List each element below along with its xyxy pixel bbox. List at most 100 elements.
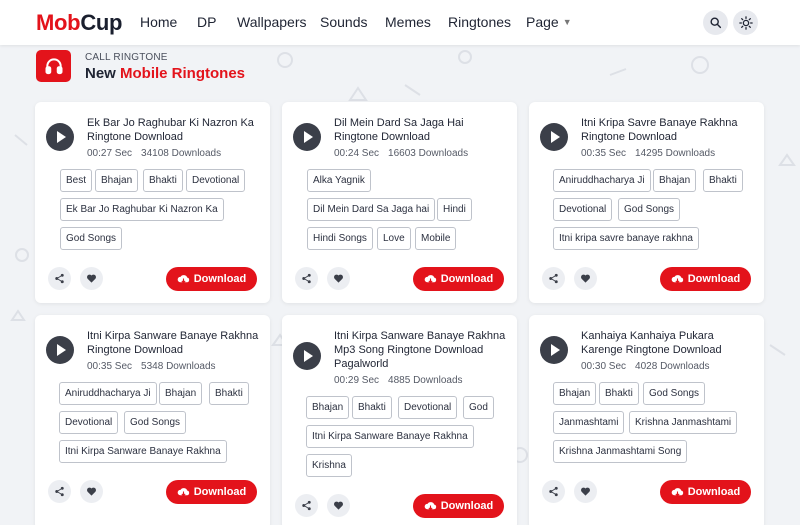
share-icon bbox=[55, 486, 64, 497]
tag-chip[interactable]: Love bbox=[377, 227, 411, 250]
tag-chip[interactable]: Krishna Janmashtami Song bbox=[553, 440, 688, 463]
tag-chip[interactable]: God Songs bbox=[643, 382, 706, 405]
tag-chip[interactable]: Devotional bbox=[553, 198, 613, 221]
share-button[interactable] bbox=[295, 494, 318, 517]
tag-chip[interactable]: Aniruddhacharya Ji bbox=[553, 169, 651, 192]
download-button[interactable]: Download bbox=[413, 494, 504, 518]
download-button[interactable]: Download bbox=[166, 480, 257, 504]
share-button[interactable] bbox=[48, 480, 71, 503]
nav-wallpapers[interactable]: Wallpapers bbox=[237, 14, 307, 30]
tag-chip[interactable]: God Songs bbox=[124, 411, 187, 434]
tag-chip[interactable]: Aniruddhacharya Ji bbox=[59, 382, 157, 405]
tag-chip[interactable]: Devotional bbox=[59, 411, 119, 434]
ringtone-title[interactable]: Ek Bar Jo Raghubar Ki Nazron Ka Ringtone… bbox=[87, 116, 259, 144]
like-button[interactable] bbox=[327, 267, 350, 290]
tag-chip[interactable]: Devotional bbox=[186, 169, 246, 192]
tag-chip[interactable]: Bhakti bbox=[209, 382, 249, 405]
share-button[interactable] bbox=[542, 267, 565, 290]
nav-sounds[interactable]: Sounds bbox=[320, 14, 367, 30]
tag-chip[interactable]: Bhakti bbox=[143, 169, 183, 192]
ringtone-duration: 00:30 Sec bbox=[581, 361, 627, 372]
play-button[interactable] bbox=[293, 123, 321, 151]
tag-chip[interactable]: Alka Yagnik bbox=[307, 169, 371, 192]
tag-chip[interactable]: Dil Mein Dard Sa Jaga hai bbox=[307, 198, 436, 221]
nav-home[interactable]: Home bbox=[140, 14, 177, 30]
nav-dp[interactable]: DP bbox=[197, 14, 216, 30]
tag-chip[interactable]: Best bbox=[60, 169, 93, 192]
like-button[interactable] bbox=[80, 480, 103, 503]
cloud-download-icon bbox=[671, 488, 683, 497]
like-button[interactable] bbox=[327, 494, 350, 517]
download-button[interactable]: Download bbox=[166, 267, 257, 291]
heart-icon bbox=[334, 501, 343, 510]
download-label: Download bbox=[440, 273, 494, 285]
tag-chip[interactable]: Itni Kirpa Sanware Banaye Rakhna bbox=[306, 425, 474, 448]
download-label: Download bbox=[193, 273, 247, 285]
nav-page-label: Page bbox=[526, 14, 559, 30]
share-icon bbox=[55, 273, 64, 284]
ringtone-title[interactable]: Dil Mein Dard Sa Jaga Hai Ringtone Downl… bbox=[334, 116, 506, 144]
like-button[interactable] bbox=[574, 267, 597, 290]
cloud-download-icon bbox=[671, 275, 683, 284]
tag-chip[interactable]: Bhakti bbox=[352, 396, 392, 419]
ringtone-title[interactable]: Itni Kirpa Sanware Banaye Rakhna Rington… bbox=[87, 329, 259, 357]
tag-chip[interactable]: Bhajan bbox=[159, 382, 203, 405]
tag-chip[interactable]: Mobile bbox=[415, 227, 457, 250]
tag-chip[interactable]: God bbox=[463, 396, 494, 419]
download-button[interactable]: Download bbox=[660, 267, 751, 291]
share-button[interactable] bbox=[542, 480, 565, 503]
tag-chip[interactable]: Itni Kirpa Sanware Banaye Rakhna bbox=[59, 440, 227, 463]
heart-icon bbox=[87, 274, 96, 283]
tag-chip[interactable]: Ek Bar Jo Raghubar Ki Nazron Ka bbox=[60, 198, 224, 221]
like-button[interactable] bbox=[574, 480, 597, 503]
tag-chip[interactable]: Bhajan bbox=[553, 382, 597, 405]
download-label: Download bbox=[687, 273, 741, 285]
tag-chip[interactable]: Krishna Janmashtami bbox=[629, 411, 738, 434]
tag-chip[interactable]: Bhakti bbox=[599, 382, 639, 405]
ringtone-card: Kanhaiya Kanhaiya Pukara Karenge Rington… bbox=[529, 315, 764, 525]
tag-chip[interactable]: Hindi Songs bbox=[307, 227, 373, 250]
download-label: Download bbox=[193, 486, 247, 498]
ringtone-downloads: 16603 Downloads bbox=[388, 148, 469, 159]
search-button[interactable] bbox=[703, 10, 728, 35]
nav-page-dropdown[interactable]: Page ▼ bbox=[526, 14, 572, 30]
play-button[interactable] bbox=[293, 342, 321, 370]
section-title-plain: New bbox=[85, 65, 121, 82]
tag-chip[interactable]: God Songs bbox=[60, 227, 123, 250]
tag-chip[interactable]: Bhajan bbox=[306, 396, 350, 419]
top-navbar: MobCup Home DP Wallpapers Sounds Memes R… bbox=[0, 0, 800, 45]
share-button[interactable] bbox=[48, 267, 71, 290]
like-button[interactable] bbox=[80, 267, 103, 290]
tag-chip[interactable]: Bhajan bbox=[95, 169, 139, 192]
ringtone-downloads: 4885 Downloads bbox=[388, 375, 463, 386]
tag-chip[interactable]: Bhakti bbox=[703, 169, 743, 192]
tag-chip[interactable]: Bhajan bbox=[653, 169, 697, 192]
tag-chip[interactable]: God Songs bbox=[618, 198, 681, 221]
download-button[interactable]: Download bbox=[413, 267, 504, 291]
tag-chip[interactable]: Devotional bbox=[398, 396, 458, 419]
site-logo[interactable]: MobCup bbox=[36, 10, 122, 36]
ringtone-downloads: 34108 Downloads bbox=[141, 148, 222, 159]
cloud-download-icon bbox=[424, 275, 436, 284]
ringtone-title[interactable]: Itni Kripa Savre Banaye Rakhna Ringtone … bbox=[581, 116, 753, 144]
play-button[interactable] bbox=[540, 123, 568, 151]
logo-part-mob: Mob bbox=[36, 10, 81, 35]
tag-chip[interactable]: Krishna bbox=[306, 454, 352, 477]
ringtone-title[interactable]: Itni Kirpa Sanware Banaye Rakhna Mp3 Son… bbox=[334, 329, 506, 371]
theme-toggle-button[interactable] bbox=[733, 10, 758, 35]
ringtone-duration: 00:24 Sec bbox=[334, 148, 380, 159]
tag-chip[interactable]: Janmashtami bbox=[553, 411, 625, 434]
ringtone-duration: 00:29 Sec bbox=[334, 375, 380, 386]
play-button[interactable] bbox=[540, 336, 568, 364]
play-button[interactable] bbox=[46, 336, 74, 364]
ringtone-card: Ek Bar Jo Raghubar Ki Nazron Ka Ringtone… bbox=[35, 102, 270, 303]
nav-memes[interactable]: Memes bbox=[385, 14, 431, 30]
share-button[interactable] bbox=[295, 267, 318, 290]
tag-chip[interactable]: Hindi bbox=[437, 198, 472, 221]
play-button[interactable] bbox=[46, 123, 74, 151]
ringtone-title[interactable]: Kanhaiya Kanhaiya Pukara Karenge Rington… bbox=[581, 329, 753, 357]
ringtone-card: Itni Kirpa Sanware Banaye Rakhna Mp3 Son… bbox=[282, 315, 517, 525]
download-button[interactable]: Download bbox=[660, 480, 751, 504]
tag-chip[interactable]: Itni kripa savre banaye rakhna bbox=[553, 227, 699, 250]
nav-ringtones[interactable]: Ringtones bbox=[448, 14, 511, 30]
